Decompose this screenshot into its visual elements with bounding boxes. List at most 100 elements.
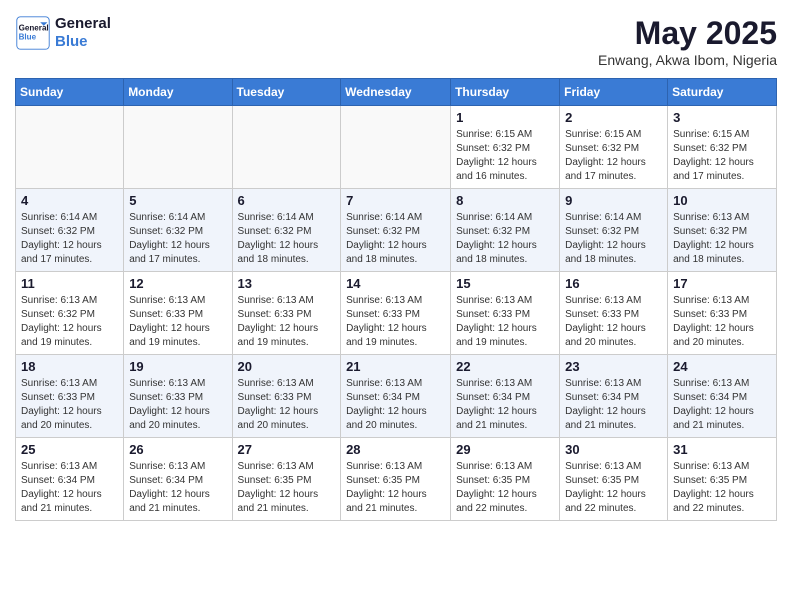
- calendar-cell: [16, 106, 124, 189]
- calendar-cell: 13 Sunrise: 6:13 AM Sunset: 6:33 PM Dayli…: [232, 272, 341, 355]
- calendar-cell: 30 Sunrise: 6:13 AM Sunset: 6:35 PM Dayli…: [560, 438, 668, 521]
- location-subtitle: Enwang, Akwa Ibom, Nigeria: [598, 52, 777, 68]
- day-number: 1: [456, 110, 554, 125]
- calendar-cell: 17 Sunrise: 6:13 AM Sunset: 6:33 PM Dayli…: [668, 272, 777, 355]
- calendar-cell: 3 Sunrise: 6:15 AM Sunset: 6:32 PM Daylig…: [668, 106, 777, 189]
- day-info: Sunrise: 6:13 AM Sunset: 6:33 PM Dayligh…: [565, 294, 662, 350]
- day-number: 27: [238, 442, 336, 457]
- day-number: 29: [456, 442, 554, 457]
- day-info: Sunrise: 6:13 AM Sunset: 6:33 PM Dayligh…: [21, 377, 118, 433]
- calendar-cell: 27 Sunrise: 6:13 AM Sunset: 6:35 PM Dayli…: [232, 438, 341, 521]
- header-saturday: Saturday: [668, 79, 777, 106]
- logo-general: General: [55, 15, 111, 33]
- svg-text:Blue: Blue: [19, 32, 37, 41]
- day-number: 6: [238, 193, 336, 208]
- day-number: 7: [346, 193, 445, 208]
- day-number: 17: [673, 276, 771, 291]
- day-number: 25: [21, 442, 118, 457]
- week-row-1: 1 Sunrise: 6:15 AM Sunset: 6:32 PM Daylig…: [16, 106, 777, 189]
- header-tuesday: Tuesday: [232, 79, 341, 106]
- calendar-cell: 6 Sunrise: 6:14 AM Sunset: 6:32 PM Daylig…: [232, 189, 341, 272]
- calendar-cell: 28 Sunrise: 6:13 AM Sunset: 6:35 PM Dayli…: [341, 438, 451, 521]
- day-number: 15: [456, 276, 554, 291]
- calendar-cell: 2Sunrise: 6:15 AM Sunset: 6:32 PM Daylig…: [560, 106, 668, 189]
- day-info: Sunrise: 6:13 AM Sunset: 6:34 PM Dayligh…: [456, 377, 554, 433]
- calendar-header: SundayMondayTuesdayWednesdayThursdayFrid…: [16, 79, 777, 106]
- week-row-5: 25 Sunrise: 6:13 AM Sunset: 6:34 PM Dayli…: [16, 438, 777, 521]
- day-info: Sunrise: 6:13 AM Sunset: 6:32 PM Dayligh…: [673, 211, 771, 267]
- logo-icon: General Blue: [15, 15, 51, 51]
- day-info: Sunrise: 6:13 AM Sunset: 6:33 PM Dayligh…: [456, 294, 554, 350]
- day-info: Sunrise: 6:15 AM Sunset: 6:32 PM Dayligh…: [673, 128, 771, 184]
- day-number: 10: [673, 193, 771, 208]
- day-number: 14: [346, 276, 445, 291]
- day-info: Sunrise: 6:13 AM Sunset: 6:34 PM Dayligh…: [565, 377, 662, 433]
- calendar-cell: 26 Sunrise: 6:13 AM Sunset: 6:34 PM Dayli…: [124, 438, 232, 521]
- day-number: 8: [456, 193, 554, 208]
- calendar-cell: 31 Sunrise: 6:13 AM Sunset: 6:35 PM Dayli…: [668, 438, 777, 521]
- calendar-cell: 18 Sunrise: 6:13 AM Sunset: 6:33 PM Dayli…: [16, 355, 124, 438]
- day-number: 13: [238, 276, 336, 291]
- header-thursday: Thursday: [451, 79, 560, 106]
- calendar-cell: 15 Sunrise: 6:13 AM Sunset: 6:33 PM Dayli…: [451, 272, 560, 355]
- header-sunday: Sunday: [16, 79, 124, 106]
- calendar-cell: [124, 106, 232, 189]
- calendar-cell: 4 Sunrise: 6:14 AM Sunset: 6:32 PM Daylig…: [16, 189, 124, 272]
- day-number: 9: [565, 193, 662, 208]
- day-number: 3: [673, 110, 771, 125]
- calendar-cell: 22 Sunrise: 6:13 AM Sunset: 6:34 PM Dayli…: [451, 355, 560, 438]
- week-row-4: 18 Sunrise: 6:13 AM Sunset: 6:33 PM Dayli…: [16, 355, 777, 438]
- day-info: Sunrise: 6:13 AM Sunset: 6:35 PM Dayligh…: [456, 460, 554, 516]
- day-info: Sunrise: 6:13 AM Sunset: 6:33 PM Dayligh…: [346, 294, 445, 350]
- page-header: General Blue General Blue May 2025 Enwan…: [15, 15, 777, 68]
- day-info: Sunrise: 6:13 AM Sunset: 6:33 PM Dayligh…: [238, 377, 336, 433]
- day-number: 5: [129, 193, 226, 208]
- day-info: Sunrise: 6:14 AM Sunset: 6:32 PM Dayligh…: [238, 211, 336, 267]
- day-info: Sunrise: 6:13 AM Sunset: 6:35 PM Dayligh…: [673, 460, 771, 516]
- day-info: Sunrise: 6:14 AM Sunset: 6:32 PM Dayligh…: [456, 211, 554, 267]
- calendar-table: SundayMondayTuesdayWednesdayThursdayFrid…: [15, 78, 777, 521]
- day-number: 28: [346, 442, 445, 457]
- day-info: Sunrise: 6:15 AM Sunset: 6:32 PM Dayligh…: [565, 128, 662, 184]
- calendar-cell: 19 Sunrise: 6:13 AM Sunset: 6:33 PM Dayli…: [124, 355, 232, 438]
- day-info: Sunrise: 6:13 AM Sunset: 6:33 PM Dayligh…: [129, 377, 226, 433]
- day-info: Sunrise: 6:14 AM Sunset: 6:32 PM Dayligh…: [129, 211, 226, 267]
- calendar-cell: 9 Sunrise: 6:14 AM Sunset: 6:32 PM Daylig…: [560, 189, 668, 272]
- day-info: Sunrise: 6:14 AM Sunset: 6:32 PM Dayligh…: [21, 211, 118, 267]
- week-row-2: 4 Sunrise: 6:14 AM Sunset: 6:32 PM Daylig…: [16, 189, 777, 272]
- day-number: 4: [21, 193, 118, 208]
- day-info: Sunrise: 6:13 AM Sunset: 6:35 PM Dayligh…: [238, 460, 336, 516]
- day-number: 19: [129, 359, 226, 374]
- calendar-cell: 12Sunrise: 6:13 AM Sunset: 6:33 PM Dayli…: [124, 272, 232, 355]
- day-info: Sunrise: 6:13 AM Sunset: 6:34 PM Dayligh…: [673, 377, 771, 433]
- day-number: 22: [456, 359, 554, 374]
- day-info: Sunrise: 6:13 AM Sunset: 6:33 PM Dayligh…: [129, 294, 226, 350]
- day-number: 31: [673, 442, 771, 457]
- day-info: Sunrise: 6:13 AM Sunset: 6:34 PM Dayligh…: [346, 377, 445, 433]
- day-info: Sunrise: 6:13 AM Sunset: 6:33 PM Dayligh…: [238, 294, 336, 350]
- day-number: 26: [129, 442, 226, 457]
- day-info: Sunrise: 6:13 AM Sunset: 6:35 PM Dayligh…: [346, 460, 445, 516]
- header-friday: Friday: [560, 79, 668, 106]
- day-number: 21: [346, 359, 445, 374]
- logo-blue: Blue: [55, 33, 111, 51]
- calendar-cell: [232, 106, 341, 189]
- logo: General Blue General Blue: [15, 15, 111, 51]
- day-number: 30: [565, 442, 662, 457]
- day-info: Sunrise: 6:13 AM Sunset: 6:35 PM Dayligh…: [565, 460, 662, 516]
- day-info: Sunrise: 6:14 AM Sunset: 6:32 PM Dayligh…: [346, 211, 445, 267]
- calendar-body: 1 Sunrise: 6:15 AM Sunset: 6:32 PM Daylig…: [16, 106, 777, 521]
- day-info: Sunrise: 6:14 AM Sunset: 6:32 PM Dayligh…: [565, 211, 662, 267]
- calendar-cell: 23Sunrise: 6:13 AM Sunset: 6:34 PM Dayli…: [560, 355, 668, 438]
- week-row-3: 11Sunrise: 6:13 AM Sunset: 6:32 PM Dayli…: [16, 272, 777, 355]
- calendar-cell: 1Sunrise: 6:15 AM Sunset: 6:32 PM Daylig…: [451, 106, 560, 189]
- day-number: 18: [21, 359, 118, 374]
- day-info: Sunrise: 6:13 AM Sunset: 6:34 PM Dayligh…: [129, 460, 226, 516]
- day-number: 11: [21, 276, 118, 291]
- calendar-cell: 14 Sunrise: 6:13 AM Sunset: 6:33 PM Dayli…: [341, 272, 451, 355]
- day-info: Sunrise: 6:13 AM Sunset: 6:33 PM Dayligh…: [673, 294, 771, 350]
- day-number: 24: [673, 359, 771, 374]
- header-monday: Monday: [124, 79, 232, 106]
- day-info: Sunrise: 6:13 AM Sunset: 6:34 PM Dayligh…: [21, 460, 118, 516]
- calendar-cell: [341, 106, 451, 189]
